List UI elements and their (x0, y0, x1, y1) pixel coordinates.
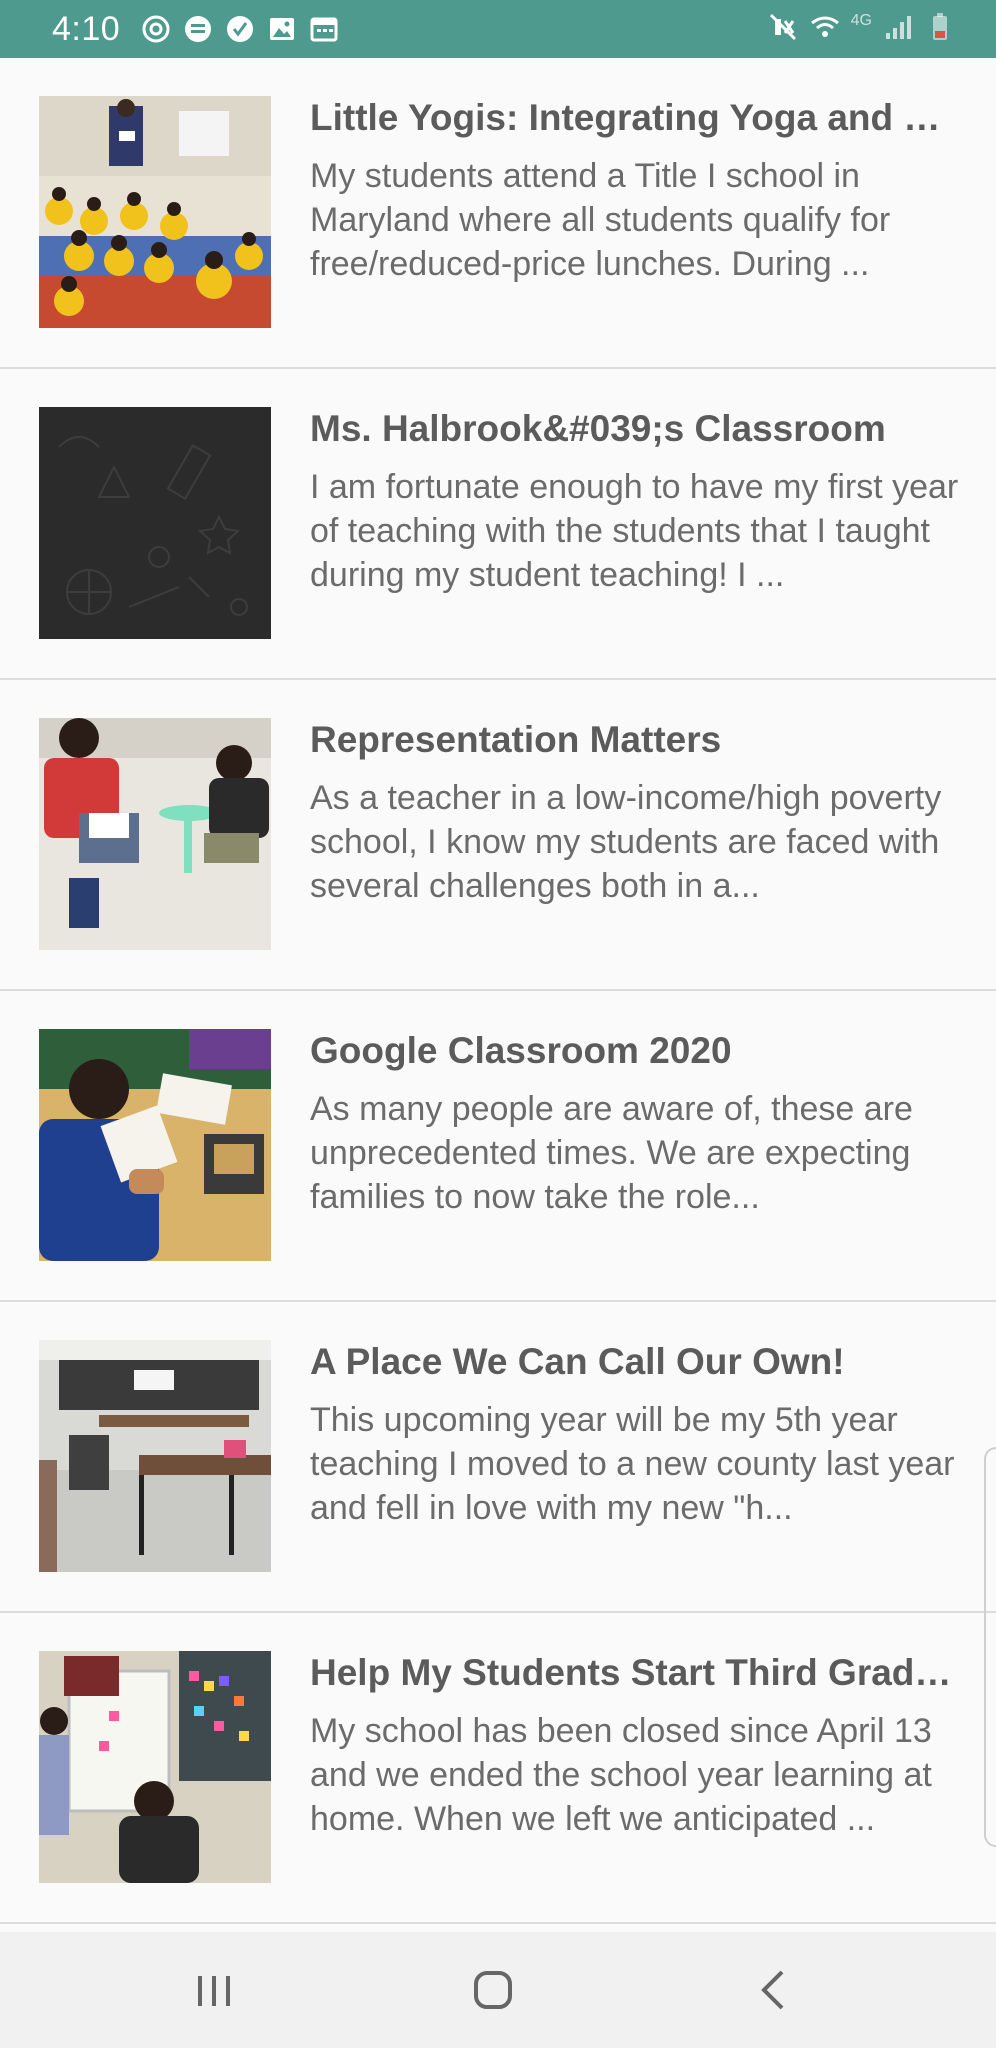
project-title: A Place We Can Call Our Own! (310, 1341, 845, 1382)
mute-icon (769, 13, 796, 41)
recent-apps-button[interactable] (184, 1960, 244, 2020)
project-title: Help My Students Start Third Grade ... (310, 1652, 970, 1693)
project-description: This upcoming year will be my 5th year t… (310, 1401, 955, 1527)
project-item[interactable]: Representation Matters As a teacher in a… (0, 680, 996, 991)
sync-icon (142, 15, 170, 43)
back-icon (761, 1970, 784, 2010)
project-title: Little Yogis: Integrating Yoga and Mi... (310, 97, 970, 138)
image-icon (270, 18, 294, 40)
calendar-icon (310, 17, 338, 42)
project-item[interactable]: Ms. Halbrook&#039;s Classroom I am fortu… (0, 369, 996, 680)
placeholder-pattern-image (39, 407, 271, 639)
project-thumbnail (39, 96, 271, 328)
project-list[interactable]: Little Yogis: Integrating Yoga and Mi...… (0, 58, 996, 1924)
classroom-photo-whiteboard (39, 1651, 271, 1883)
classroom-photo-empty-room (39, 1340, 271, 1572)
project-item[interactable]: A Place We Can Call Our Own! This upcomi… (0, 1302, 996, 1613)
project-thumbnail (39, 718, 271, 950)
project-description: As many people are aware of, these are u… (310, 1090, 913, 1216)
signal-icon (886, 16, 911, 39)
system-icons: 4G (767, 11, 956, 43)
wifi-icon (810, 16, 839, 37)
project-title: Ms. Halbrook&#039;s Classroom (310, 408, 886, 449)
classroom-photo-writing (39, 1029, 271, 1261)
project-title: Google Classroom 2020 (310, 1030, 732, 1071)
project-description: I am fortunate enough to have my first y… (310, 468, 959, 594)
message-icon (185, 16, 211, 42)
project-description: As a teacher in a low-income/high povert… (310, 779, 942, 905)
project-description: My school has been closed since April 13… (310, 1712, 932, 1838)
project-title: Representation Matters (310, 719, 722, 760)
check-icon (227, 16, 253, 42)
back-button[interactable] (744, 1960, 804, 2020)
project-item[interactable]: Help My Students Start Third Grade ... M… (0, 1613, 996, 1924)
classroom-photo-reading (39, 718, 271, 950)
project-thumbnail (39, 1340, 271, 1572)
home-button[interactable] (463, 1960, 523, 2020)
scroll-handle[interactable] (984, 1447, 996, 1847)
status-bar: 4:10 4G (0, 0, 996, 58)
classroom-photo-yoga (39, 96, 271, 328)
battery-icon (933, 13, 947, 40)
home-icon (474, 1971, 512, 2009)
project-item[interactable]: Google Classroom 2020 As many people are… (0, 991, 996, 1302)
project-thumbnail (39, 407, 271, 639)
notification-icons (140, 13, 340, 45)
project-thumbnail (39, 1029, 271, 1261)
project-thumbnail (39, 1651, 271, 1883)
project-description: My students attend a Title I school in M… (310, 157, 891, 283)
network-type-label: 4G (850, 12, 872, 29)
project-item[interactable]: Little Yogis: Integrating Yoga and Mi...… (0, 58, 996, 369)
status-time: 4:10 (52, 10, 121, 48)
recent-apps-icon (198, 1976, 230, 2006)
navigation-bar (0, 1932, 996, 2048)
